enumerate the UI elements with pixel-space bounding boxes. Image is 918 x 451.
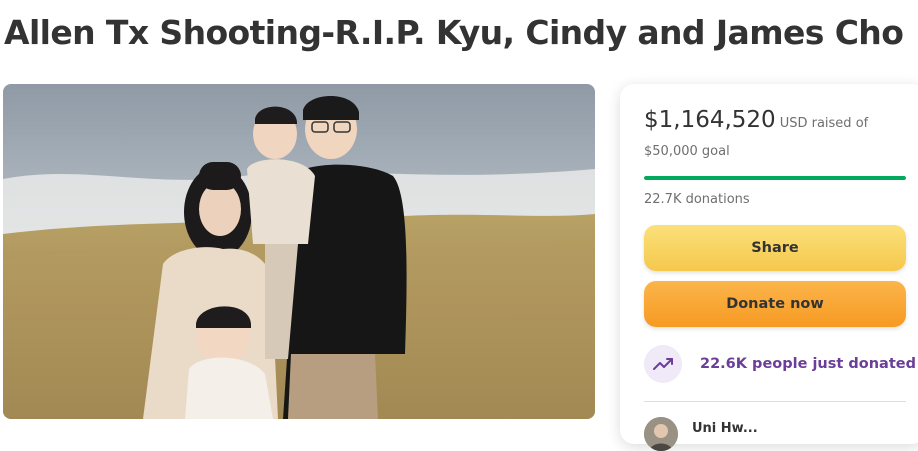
- divider: [644, 401, 906, 402]
- progress-fill: [644, 176, 906, 180]
- page-title: Allen Tx Shooting-R.I.P. Kyu, Cindy and …: [4, 13, 904, 52]
- donor-name: Uni Hw...: [692, 421, 758, 436]
- donor-avatar: [644, 417, 678, 451]
- donation-card: $1,164,520 USD raised of $50,000 goal 22.…: [620, 84, 918, 451]
- share-button[interactable]: Share: [644, 225, 906, 271]
- trending-up-icon: [644, 345, 682, 383]
- recent-donations-text: 22.6K people just donated: [700, 356, 916, 372]
- donate-now-button[interactable]: Donate now: [644, 281, 906, 327]
- progress-bar: [644, 176, 906, 180]
- campaign-hero-image[interactable]: [3, 84, 595, 419]
- donor-list-item: Uni Hw...: [644, 417, 758, 451]
- amount-raised-block: $1,164,520 USD raised of $50,000 goal: [644, 106, 912, 166]
- family-photo: [3, 84, 595, 419]
- amount-raised: $1,164,520: [644, 107, 776, 133]
- donation-count: 22.7K donations: [644, 192, 750, 207]
- recent-donations-row[interactable]: 22.6K people just donated: [644, 345, 916, 383]
